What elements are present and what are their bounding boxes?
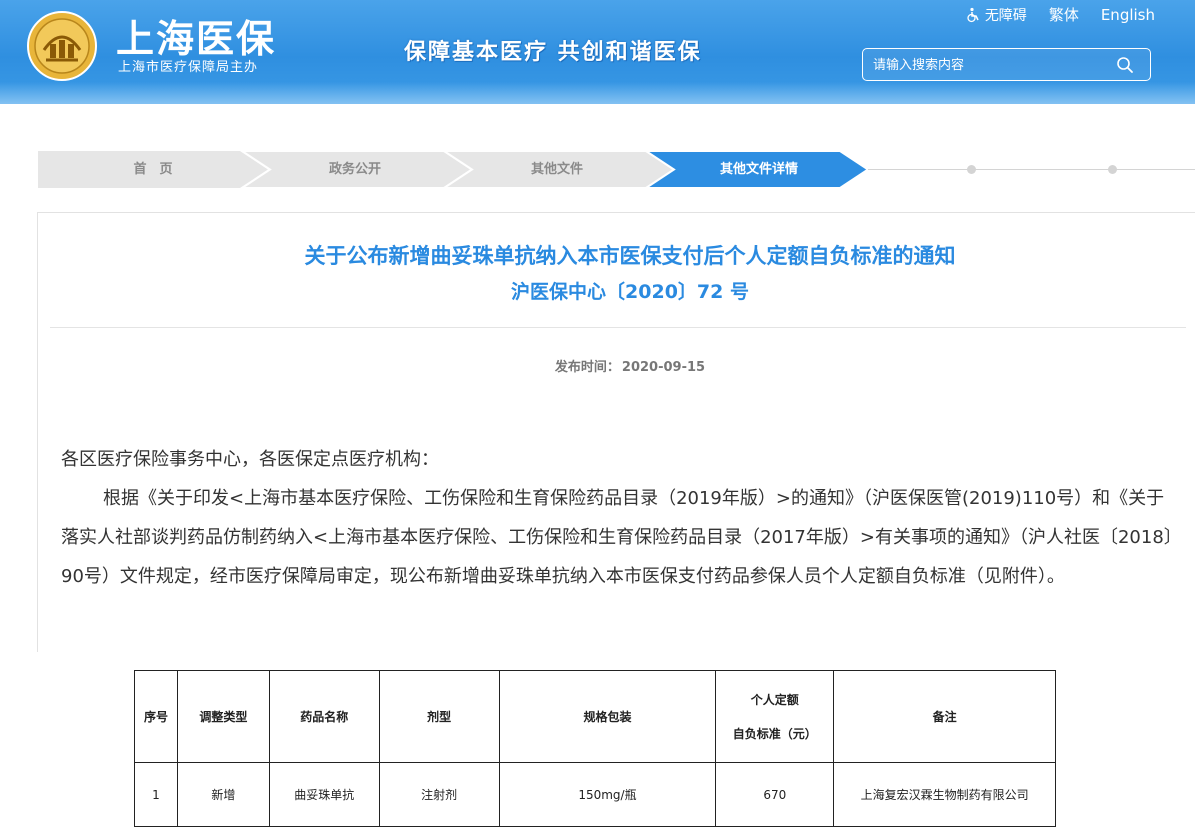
cell-spec: 150mg/瓶: [498, 762, 717, 827]
article-title: 关于公布新增曲妥珠单抗纳入本市医保支付后个人定额自负标准的通知: [304, 244, 956, 268]
search-input[interactable]: [873, 53, 1113, 77]
title-divider: [50, 327, 1186, 328]
cell-standard: 670: [715, 762, 835, 827]
salutation: 各区医疗保险事务中心，各医保定点医疗机构：: [61, 449, 439, 470]
header-standard-line1: 个人定额: [750, 692, 799, 707]
header-wave-decoration: [0, 82, 1195, 104]
breadcrumb-gov-affairs-label: 政务公开: [328, 162, 381, 177]
top-links: 无障碍 繁体 English: [965, 4, 1155, 25]
site-title[interactable]: 上海医保: [116, 8, 276, 63]
wheelchair-icon: [967, 7, 979, 22]
logo-emblem-icon[interactable]: [26, 10, 98, 82]
breadcrumb-other-files[interactable]: 其他文件: [442, 151, 674, 188]
search-icon[interactable]: [1116, 56, 1134, 74]
site-header: 上海医保 上海市医疗保障局主办 保障基本医疗 共创和谐医保 无障碍 繁体 Eng…: [0, 0, 1195, 104]
publish-date: 2020-09-15: [621, 360, 706, 375]
site-subtitle: 上海市医疗保障局主办: [118, 60, 259, 75]
body-paragraph: 根据《关于印发<上海市基本医疗保险、工伤保险和生育保险药品目录（2019年版）>…: [61, 488, 1173, 587]
header-standard: 个人定额 自负标准（元）: [715, 670, 835, 763]
header-type: 调整类型: [176, 670, 270, 763]
publish-info: 发布时间： 2020-09-15: [0, 356, 1195, 375]
header-spec: 规格包装: [498, 670, 717, 763]
header-form: 剂型: [378, 670, 500, 763]
progress-dot: [1108, 165, 1117, 174]
document-number: 沪医保中心〔2020〕72 号: [511, 281, 749, 303]
breadcrumb-file-detail-label: 其他文件详情: [719, 162, 798, 177]
breadcrumb: 首 页 政务公开 其他文件 其他文件详情: [38, 151, 1195, 188]
cell-form: 注射剂: [378, 762, 500, 827]
header-note: 备注: [833, 670, 1056, 763]
article-body: 各区医疗保险事务中心，各医保定点医疗机构： 根据《关于印发<上海市基本医疗保险、…: [61, 440, 1176, 596]
cell-type: 新增: [176, 762, 270, 827]
attachment-table: 序号 调整类型 药品名称 剂型 规格包装 个人定额 自负标准（元） 备注 1 新…: [134, 670, 1056, 827]
table-row: 1 新增 曲妥珠单抗 注射剂 150mg/瓶 670 上海复宏汉霖生物制药有限公…: [134, 762, 1056, 827]
publish-label: 发布时间：: [554, 360, 620, 375]
progress-dot: [967, 165, 976, 174]
header-slogan: 保障基本医疗 共创和谐医保: [404, 40, 702, 65]
accessibility-link[interactable]: 无障碍: [965, 5, 1027, 25]
table-header-row: 序号 调整类型 药品名称 剂型 规格包装 个人定额 自负标准（元） 备注: [134, 670, 1056, 763]
progress-line: [868, 169, 1195, 170]
breadcrumb-gov-affairs[interactable]: 政务公开: [240, 151, 472, 188]
traditional-chinese-link[interactable]: 繁体: [1049, 4, 1079, 25]
accessibility-label: 无障碍: [984, 7, 1027, 24]
breadcrumb-other-files-label: 其他文件: [530, 162, 583, 177]
cell-note: 上海复宏汉霖生物制药有限公司: [833, 762, 1056, 827]
header-drug: 药品名称: [268, 670, 380, 763]
header-standard-line2: 自负标准（元）: [732, 726, 817, 741]
search-box: [862, 48, 1151, 81]
breadcrumb-file-detail[interactable]: 其他文件详情: [644, 151, 874, 188]
english-link[interactable]: English: [1101, 6, 1155, 24]
cell-seq: 1: [134, 762, 178, 827]
breadcrumb-home-label: 首 页: [133, 162, 173, 177]
cell-drug: 曲妥珠单抗: [268, 762, 380, 827]
header-seq: 序号: [134, 670, 178, 763]
breadcrumb-home[interactable]: 首 页: [38, 151, 268, 188]
